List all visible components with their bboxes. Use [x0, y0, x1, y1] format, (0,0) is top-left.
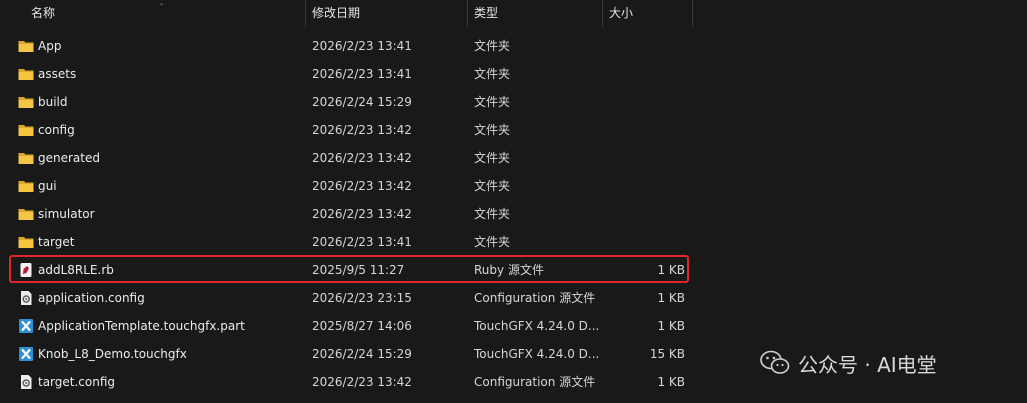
folder-icon	[18, 123, 34, 137]
column-header-size[interactable]: 大小	[609, 0, 633, 27]
file-modified-date: 2026/2/23 13:42	[312, 375, 412, 389]
touchgfx-file-icon	[18, 347, 34, 361]
file-type: 文件夹	[474, 67, 511, 81]
file-row[interactable]: target 2026/2/23 13:41 文件夹	[0, 228, 693, 256]
file-modified-date: 2026/2/23 13:41	[312, 67, 412, 81]
file-modified-date: 2026/2/24 15:29	[312, 95, 412, 109]
file-modified-date: 2026/2/23 13:42	[312, 179, 412, 193]
file-name[interactable]: gui	[38, 172, 57, 200]
column-header-bar: 名称 ‸ 修改日期 类型 大小	[0, 0, 693, 27]
file-row[interactable]: Knob_L8_Demo.touchgfx 2026/2/24 15:29 Touc…	[0, 340, 693, 368]
file-name[interactable]: assets	[38, 60, 76, 88]
file-modified-date: 2026/2/23 13:42	[312, 151, 412, 165]
file-row[interactable]: target.config 2026/2/23 13:42 Configuratio…	[0, 368, 693, 396]
file-row[interactable]: application.config 2026/2/23 23:15 Configu…	[0, 284, 693, 312]
file-name[interactable]: application.config	[38, 284, 145, 312]
file-row[interactable]: generated 2026/2/23 13:42 文件夹	[0, 144, 693, 172]
file-size: 1 KB	[657, 319, 685, 333]
column-divider[interactable]	[305, 0, 306, 27]
folder-icon	[18, 179, 34, 193]
folder-icon	[18, 67, 34, 81]
file-size: 1 KB	[657, 263, 685, 277]
file-type: Ruby 源文件	[474, 263, 544, 277]
column-divider[interactable]	[467, 0, 468, 27]
file-modified-date: 2026/2/23 23:15	[312, 291, 412, 305]
wechat-icon	[760, 350, 790, 374]
file-name[interactable]: App	[38, 32, 61, 60]
file-name[interactable]: addL8RLE.rb	[38, 256, 114, 284]
folder-icon	[18, 207, 34, 221]
file-type: 文件夹	[474, 235, 511, 249]
touchgfx-file-icon	[18, 319, 34, 333]
file-name[interactable]: Knob_L8_Demo.touchgfx	[38, 340, 187, 368]
file-type: 文件夹	[474, 207, 511, 221]
file-row[interactable]: simulator 2026/2/23 13:42 文件夹	[0, 200, 693, 228]
sort-ascending-icon: ‸	[160, 0, 164, 6]
file-name[interactable]: config	[38, 116, 75, 144]
file-type: 文件夹	[474, 123, 511, 137]
column-divider[interactable]	[692, 0, 693, 27]
file-row[interactable]: addL8RLE.rb 2025/9/5 11:27 Ruby 源文件 1 KB	[0, 256, 693, 284]
file-row[interactable]: assets 2026/2/23 13:41 文件夹	[0, 60, 693, 88]
file-type: 文件夹	[474, 95, 511, 109]
file-modified-date: 2026/2/23 13:42	[312, 207, 412, 221]
file-type: TouchGFX 4.24.0 D...	[474, 347, 600, 361]
file-type: Configuration 源文件	[474, 375, 596, 389]
file-type: TouchGFX 4.24.0 D...	[474, 319, 600, 333]
file-type: Configuration 源文件	[474, 291, 596, 305]
file-name[interactable]: build	[38, 88, 68, 116]
file-row[interactable]: gui 2026/2/23 13:42 文件夹	[0, 172, 693, 200]
column-header-type[interactable]: 类型	[474, 0, 498, 27]
file-modified-date: 2026/2/23 13:42	[312, 123, 412, 137]
column-divider[interactable]	[602, 0, 603, 27]
file-modified-date: 2025/8/27 14:06	[312, 319, 412, 333]
file-name[interactable]: target.config	[38, 368, 115, 396]
file-type: 文件夹	[474, 151, 511, 165]
file-type: 文件夹	[474, 39, 511, 53]
watermark-text: 公众号 · AI电堂	[798, 352, 937, 377]
file-row[interactable]: config 2026/2/23 13:42 文件夹	[0, 116, 693, 144]
file-type: 文件夹	[474, 179, 511, 193]
ruby-file-icon	[18, 263, 34, 277]
file-name[interactable]: simulator	[38, 200, 95, 228]
file-row[interactable]: build 2026/2/24 15:29 文件夹	[0, 88, 693, 116]
config-file-icon	[18, 291, 34, 305]
file-modified-date: 2026/2/24 15:29	[312, 347, 412, 361]
folder-icon	[18, 151, 34, 165]
file-row[interactable]: ApplicationTemplate.touchgfx.part 2025/8/…	[0, 312, 693, 340]
file-name[interactable]: target	[38, 228, 75, 256]
file-modified-date: 2026/2/23 13:41	[312, 235, 412, 249]
column-header-modified[interactable]: 修改日期	[312, 0, 360, 27]
file-size: 1 KB	[657, 291, 685, 305]
file-modified-date: 2026/2/23 13:41	[312, 39, 412, 53]
folder-icon	[18, 39, 34, 53]
file-name[interactable]: ApplicationTemplate.touchgfx.part	[38, 312, 245, 340]
file-size: 1 KB	[657, 375, 685, 389]
folder-icon	[18, 235, 34, 249]
watermark: 公众号 · AI电堂	[760, 344, 937, 382]
column-header-name[interactable]: 名称	[31, 0, 55, 27]
config-file-icon	[18, 375, 34, 389]
folder-icon	[18, 95, 34, 109]
file-name[interactable]: generated	[38, 144, 100, 172]
file-size: 15 KB	[649, 347, 685, 361]
file-modified-date: 2025/9/5 11:27	[312, 263, 405, 277]
file-row[interactable]: App 2026/2/23 13:41 文件夹	[0, 32, 693, 60]
